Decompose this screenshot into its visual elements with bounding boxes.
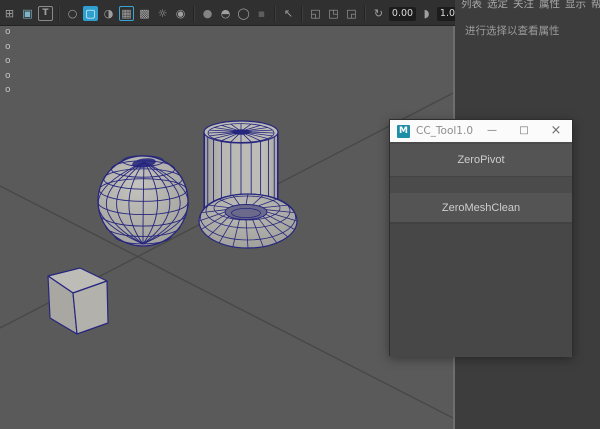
viewport-marker: o [5, 72, 11, 81]
screen-capture-icon[interactable]: ◲ [344, 6, 359, 21]
cc-tool-window: M CC_Tool1.0 — □ × ZeroPivot ZeroMeshCle… [389, 119, 573, 356]
viewport-marker: o [5, 57, 11, 66]
dim-box-icon[interactable]: ▪ [254, 6, 269, 21]
gamma-icon: ◗ [419, 6, 434, 21]
textured-mode-icon[interactable]: ▦ [119, 6, 134, 21]
maximize-button[interactable]: □ [508, 120, 540, 142]
minimize-button[interactable]: — [476, 120, 508, 142]
attr-menu-选定[interactable]: 选定 [487, 0, 508, 11]
scene-cube[interactable] [48, 268, 108, 334]
select-cursor-icon[interactable]: ↖ [281, 6, 296, 21]
3d-viewport[interactable]: ooooo [0, 26, 455, 429]
attr-menu-关注[interactable]: 关注 [513, 0, 534, 11]
cc-tool-titlebar[interactable]: M CC_Tool1.0 — □ × [390, 120, 572, 142]
layout-grid-icon[interactable]: ⊞ [2, 6, 17, 21]
refresh-icon[interactable]: ↻ [371, 6, 386, 21]
zeropivot-button[interactable]: ZeroPivot [390, 144, 572, 177]
attr-menu-列表[interactable]: 列表 [461, 0, 482, 11]
motionblur-sphere-icon[interactable]: ◓ [218, 6, 233, 21]
toolbar-separator [274, 6, 276, 22]
image-plane-icon[interactable]: ▣ [20, 6, 35, 21]
attribute-editor-menubar: 列表选定关注属性显示帮助 [461, 0, 600, 11]
zeromeshclean-button[interactable]: ZeroMeshClean [390, 193, 572, 223]
maya-application: ⊞▣T○▢◑▦▩☼◉●◓◯▪↖◱◳◲↻ 0.00 ◗ 1.00 ▣ sRGB g… [0, 0, 600, 429]
shaded-textured-icon[interactable]: ◑ [101, 6, 116, 21]
texture-tool-icon[interactable]: T [38, 6, 53, 21]
wireframe-sphere-icon[interactable]: ○ [65, 6, 80, 21]
scene-sphere[interactable] [98, 156, 188, 246]
paste-frame-icon[interactable]: ◳ [326, 6, 341, 21]
toolbar-separator [58, 6, 60, 22]
viewport-marker: o [5, 43, 11, 52]
close-button[interactable]: × [540, 120, 572, 142]
viewport-marker: o [5, 28, 11, 37]
cc-tool-body [390, 223, 572, 357]
maya-app-icon: M [397, 125, 410, 138]
viewport-toolbar: ⊞▣T○▢◑▦▩☼◉●◓◯▪↖◱◳◲↻ 0.00 ◗ 1.00 ▣ sRGB g… [0, 0, 455, 26]
attr-menu-帮助[interactable]: 帮助 [591, 0, 600, 11]
ao-sphere-icon[interactable]: ● [200, 6, 215, 21]
cc-tool-window-title: CC_Tool1.0 [416, 125, 476, 137]
exposure-field[interactable]: 0.00 [389, 7, 416, 21]
shadows-sphere-icon[interactable]: ◉ [173, 6, 188, 21]
scene-torus[interactable] [199, 194, 297, 248]
toolbar-separator [364, 6, 366, 22]
viewport-scene [0, 26, 453, 429]
checker-sphere-icon[interactable]: ▩ [137, 6, 152, 21]
toolbar-separator [193, 6, 195, 22]
attr-menu-属性[interactable]: 属性 [539, 0, 560, 11]
attr-menu-显示[interactable]: 显示 [565, 0, 586, 11]
selection-hint-text: 进行选择以查看属性 [465, 23, 560, 38]
viewport-marker: o [5, 86, 11, 95]
use-lights-icon[interactable]: ☼ [155, 6, 170, 21]
copy-frame-icon[interactable]: ◱ [308, 6, 323, 21]
shaded-mode-icon[interactable]: ▢ [83, 6, 98, 21]
ring-icon[interactable]: ◯ [236, 6, 251, 21]
toolbar-separator [301, 6, 303, 22]
